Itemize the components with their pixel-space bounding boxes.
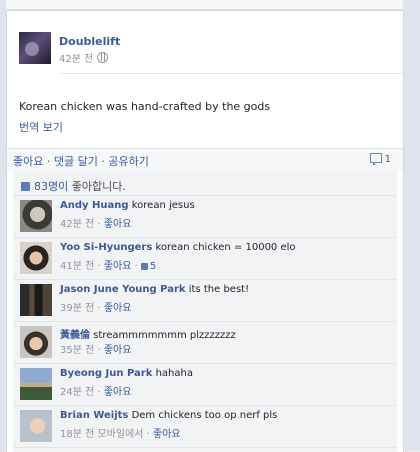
comment-like-link[interactable]: 좋아요: [153, 429, 181, 440]
like-link[interactable]: 좋아요: [13, 155, 43, 168]
action-separator: ·: [43, 155, 54, 168]
globe-icon[interactable]: [97, 52, 109, 63]
comment-like-count-value: 5: [150, 261, 157, 272]
commenter-name[interactable]: Brian Weijts: [60, 410, 128, 421]
comment-meta: 24분 전 · 좋아요: [60, 387, 132, 398]
comment-bubble-icon: [369, 153, 382, 165]
likes-text: 83명이 좋아합니다.: [21, 178, 126, 194]
comment-text: korean chicken = 10000 elo: [155, 242, 296, 253]
thumbs-up-icon: [141, 263, 149, 270]
comment-like-link[interactable]: 좋아요: [104, 387, 132, 398]
comment-timestamp[interactable]: 39분 전: [60, 303, 94, 314]
comment-body: Andy Huang korean jesus: [60, 200, 195, 211]
commenter-name[interactable]: Byeong Jun Park: [60, 368, 152, 379]
comment-like-link[interactable]: 좋아요: [104, 261, 132, 272]
header-divider: [59, 73, 403, 74]
commenter-avatar[interactable]: [20, 326, 52, 358]
comment-item: 黃義倫 streammmmmmm plzzzzzzz 35분 전 · 좋아요: [13, 322, 397, 364]
commenter-avatar[interactable]: [20, 200, 52, 232]
comment-timestamp[interactable]: 35분 전: [60, 345, 94, 356]
comment-like-link[interactable]: 좋아요: [104, 345, 132, 356]
comment-text: Dem chickens too op nerf pls: [131, 410, 278, 421]
author-name[interactable]: Doublelift: [59, 35, 120, 48]
comment-item: Byeong Jun Park hahaha 24분 전 · 좋아요: [13, 364, 397, 406]
likes-summary: 83명이 좋아합니다.: [13, 171, 397, 196]
comment-meta: 42분 전 · 좋아요: [60, 219, 132, 230]
see-translation-link[interactable]: 번역 보기: [19, 119, 63, 135]
comment-timestamp[interactable]: 24분 전: [60, 387, 94, 398]
comment-meta: 39분 전 · 좋아요: [60, 303, 132, 314]
comment-text: hahaha: [155, 368, 193, 379]
action-bar: 좋아요 · 댓글 달기 · 공유하기 1: [7, 148, 403, 171]
comment-like-link[interactable]: 좋아요: [104, 219, 132, 230]
comment-item: Jason June Young Park its the best! 39분 …: [13, 280, 397, 322]
likes-suffix: 좋아합니다.: [68, 180, 126, 193]
comment-timestamp[interactable]: 18분 전 모바일에서: [60, 429, 143, 440]
comment-count[interactable]: 1: [369, 153, 391, 165]
commenter-avatar[interactable]: [20, 368, 52, 400]
author-avatar[interactable]: [19, 32, 51, 64]
post-text: Korean chicken was hand-crafted by the g…: [19, 100, 271, 113]
comment-item: Brian Weijts Dem chickens too op nerf pl…: [13, 406, 397, 448]
comment-body: 黃義倫 streammmmmmm plzzzzzzz: [60, 326, 236, 341]
action-links: 좋아요 · 댓글 달기 · 공유하기: [13, 153, 149, 169]
comment-meta: 18분 전 모바일에서 · 좋아요: [60, 429, 181, 440]
likes-count[interactable]: 83명이: [34, 180, 68, 193]
comment-body: Brian Weijts Dem chickens too op nerf pl…: [60, 410, 277, 421]
commenter-avatar[interactable]: [20, 242, 52, 274]
comment-text: its the best!: [188, 284, 250, 295]
commenter-avatar[interactable]: [20, 410, 52, 442]
comment-timestamp[interactable]: 41분 전: [60, 261, 94, 272]
comment-timestamp[interactable]: 42분 전: [60, 219, 94, 230]
comment-meta: 41분 전 · 좋아요 · 5: [60, 261, 157, 272]
comment-count-value: 1: [384, 154, 391, 165]
previous-story-edge: [6, 0, 402, 10]
action-separator: ·: [97, 155, 109, 168]
commenter-avatar[interactable]: [20, 284, 52, 316]
comment-body: Jason June Young Park its the best!: [60, 284, 249, 295]
comment-like-link[interactable]: 좋아요: [104, 303, 132, 314]
comment-meta: 35분 전 · 좋아요: [60, 345, 132, 356]
post-card: Doublelift 42분 전 Korean chicken was hand…: [6, 10, 404, 452]
post-meta: 42분 전: [59, 50, 109, 65]
comment-item: Yoo Si-Hyungers korean chicken = 10000 e…: [13, 238, 397, 280]
comment-body: Yoo Si-Hyungers korean chicken = 10000 e…: [60, 242, 296, 253]
commenter-name[interactable]: Yoo Si-Hyungers: [60, 242, 152, 253]
post-timestamp[interactable]: 42분 전: [59, 54, 93, 65]
comment-text: korean jesus: [131, 200, 195, 211]
thumbs-up-icon: [21, 182, 30, 191]
comments-section: 83명이 좋아합니다. Andy Huang korean jesus 42분 …: [13, 171, 397, 452]
share-link[interactable]: 공유하기: [108, 155, 148, 168]
comment-item: Andy Huang korean jesus 42분 전 · 좋아요: [13, 196, 397, 238]
comment-body: Byeong Jun Park hahaha: [60, 368, 193, 379]
commenter-name[interactable]: Jason June Young Park: [60, 284, 186, 295]
comment-link[interactable]: 댓글 달기: [54, 155, 98, 168]
page-background-right: [404, 0, 420, 451]
comment-like-count[interactable]: 5: [141, 261, 156, 272]
comment-text: streammmmmmm plzzzzzzz: [93, 330, 236, 341]
commenter-name[interactable]: Andy Huang: [60, 200, 129, 211]
commenter-name[interactable]: 黃義倫: [60, 330, 90, 341]
